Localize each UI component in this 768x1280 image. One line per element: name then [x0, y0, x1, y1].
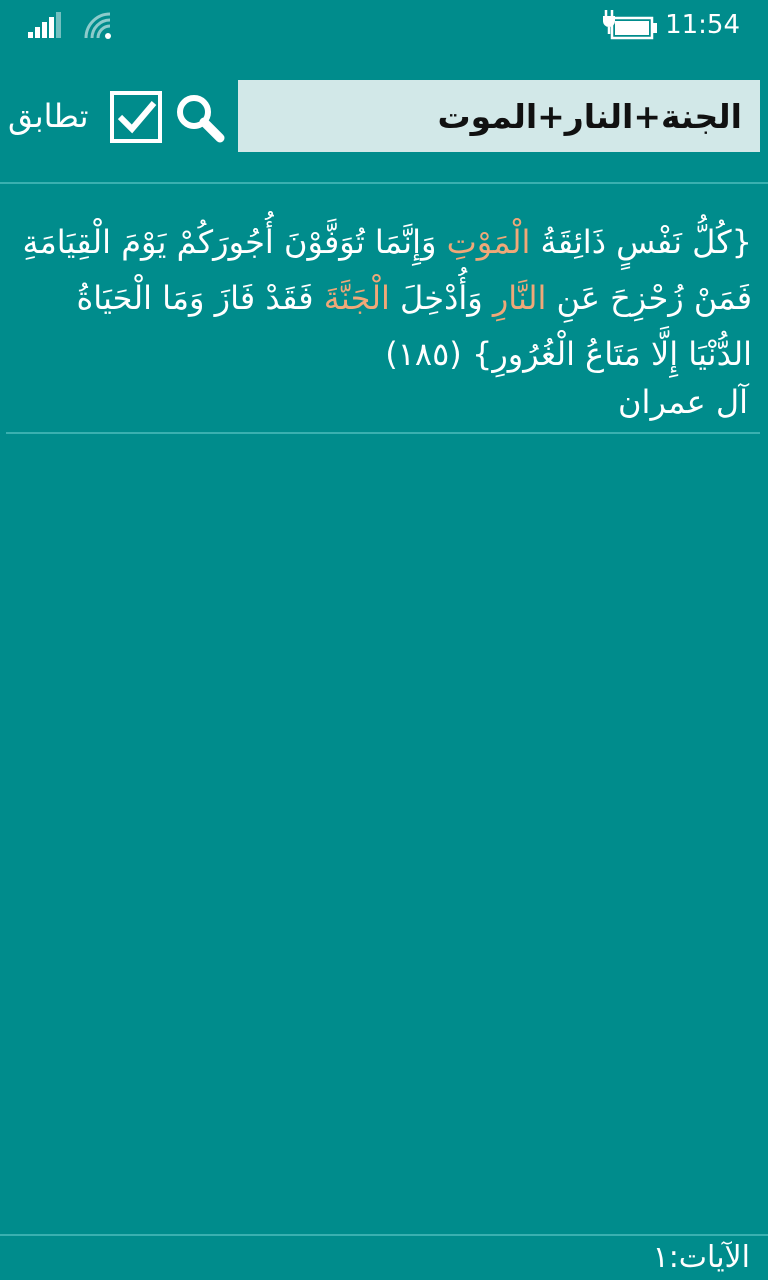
result-count: الآيات:١: [652, 1240, 750, 1275]
match-label: تطابق: [8, 97, 89, 135]
surah-name: آل عمران: [618, 383, 748, 421]
status-time: 11:54: [665, 10, 740, 40]
battery-charging-icon: [603, 10, 657, 40]
status-bar: 11:54: [0, 0, 768, 50]
highlight-word: الْمَوْتِ: [446, 223, 531, 261]
result-divider: [6, 432, 760, 434]
wifi-icon: [84, 12, 111, 39]
result-item[interactable]: {كُلُّ نَفْسٍ ذَائِقَةُ الْمَوْتِ وَإِنَ…: [8, 196, 760, 432]
search-bar: تطابق: [0, 80, 768, 156]
highlight-word: الْجَنَّةَ: [323, 279, 390, 317]
checkmark-icon: [117, 101, 157, 134]
highlight-word: النَّارِ: [492, 279, 547, 317]
header-divider: [0, 182, 768, 184]
verse-text: {كُلُّ نَفْسٍ ذَائِقَةُ الْمَوْتِ وَإِنَ…: [8, 196, 760, 382]
search-input[interactable]: [238, 80, 760, 152]
verse-part: وَأُدْخِلَ: [389, 279, 493, 317]
signal-strength-icon: [28, 12, 61, 38]
search-icon[interactable]: [172, 90, 228, 146]
verse-part: {كُلُّ نَفْسٍ ذَائِقَةُ: [530, 223, 752, 261]
match-checkbox[interactable]: [110, 91, 162, 143]
footer-divider: [0, 1234, 768, 1236]
